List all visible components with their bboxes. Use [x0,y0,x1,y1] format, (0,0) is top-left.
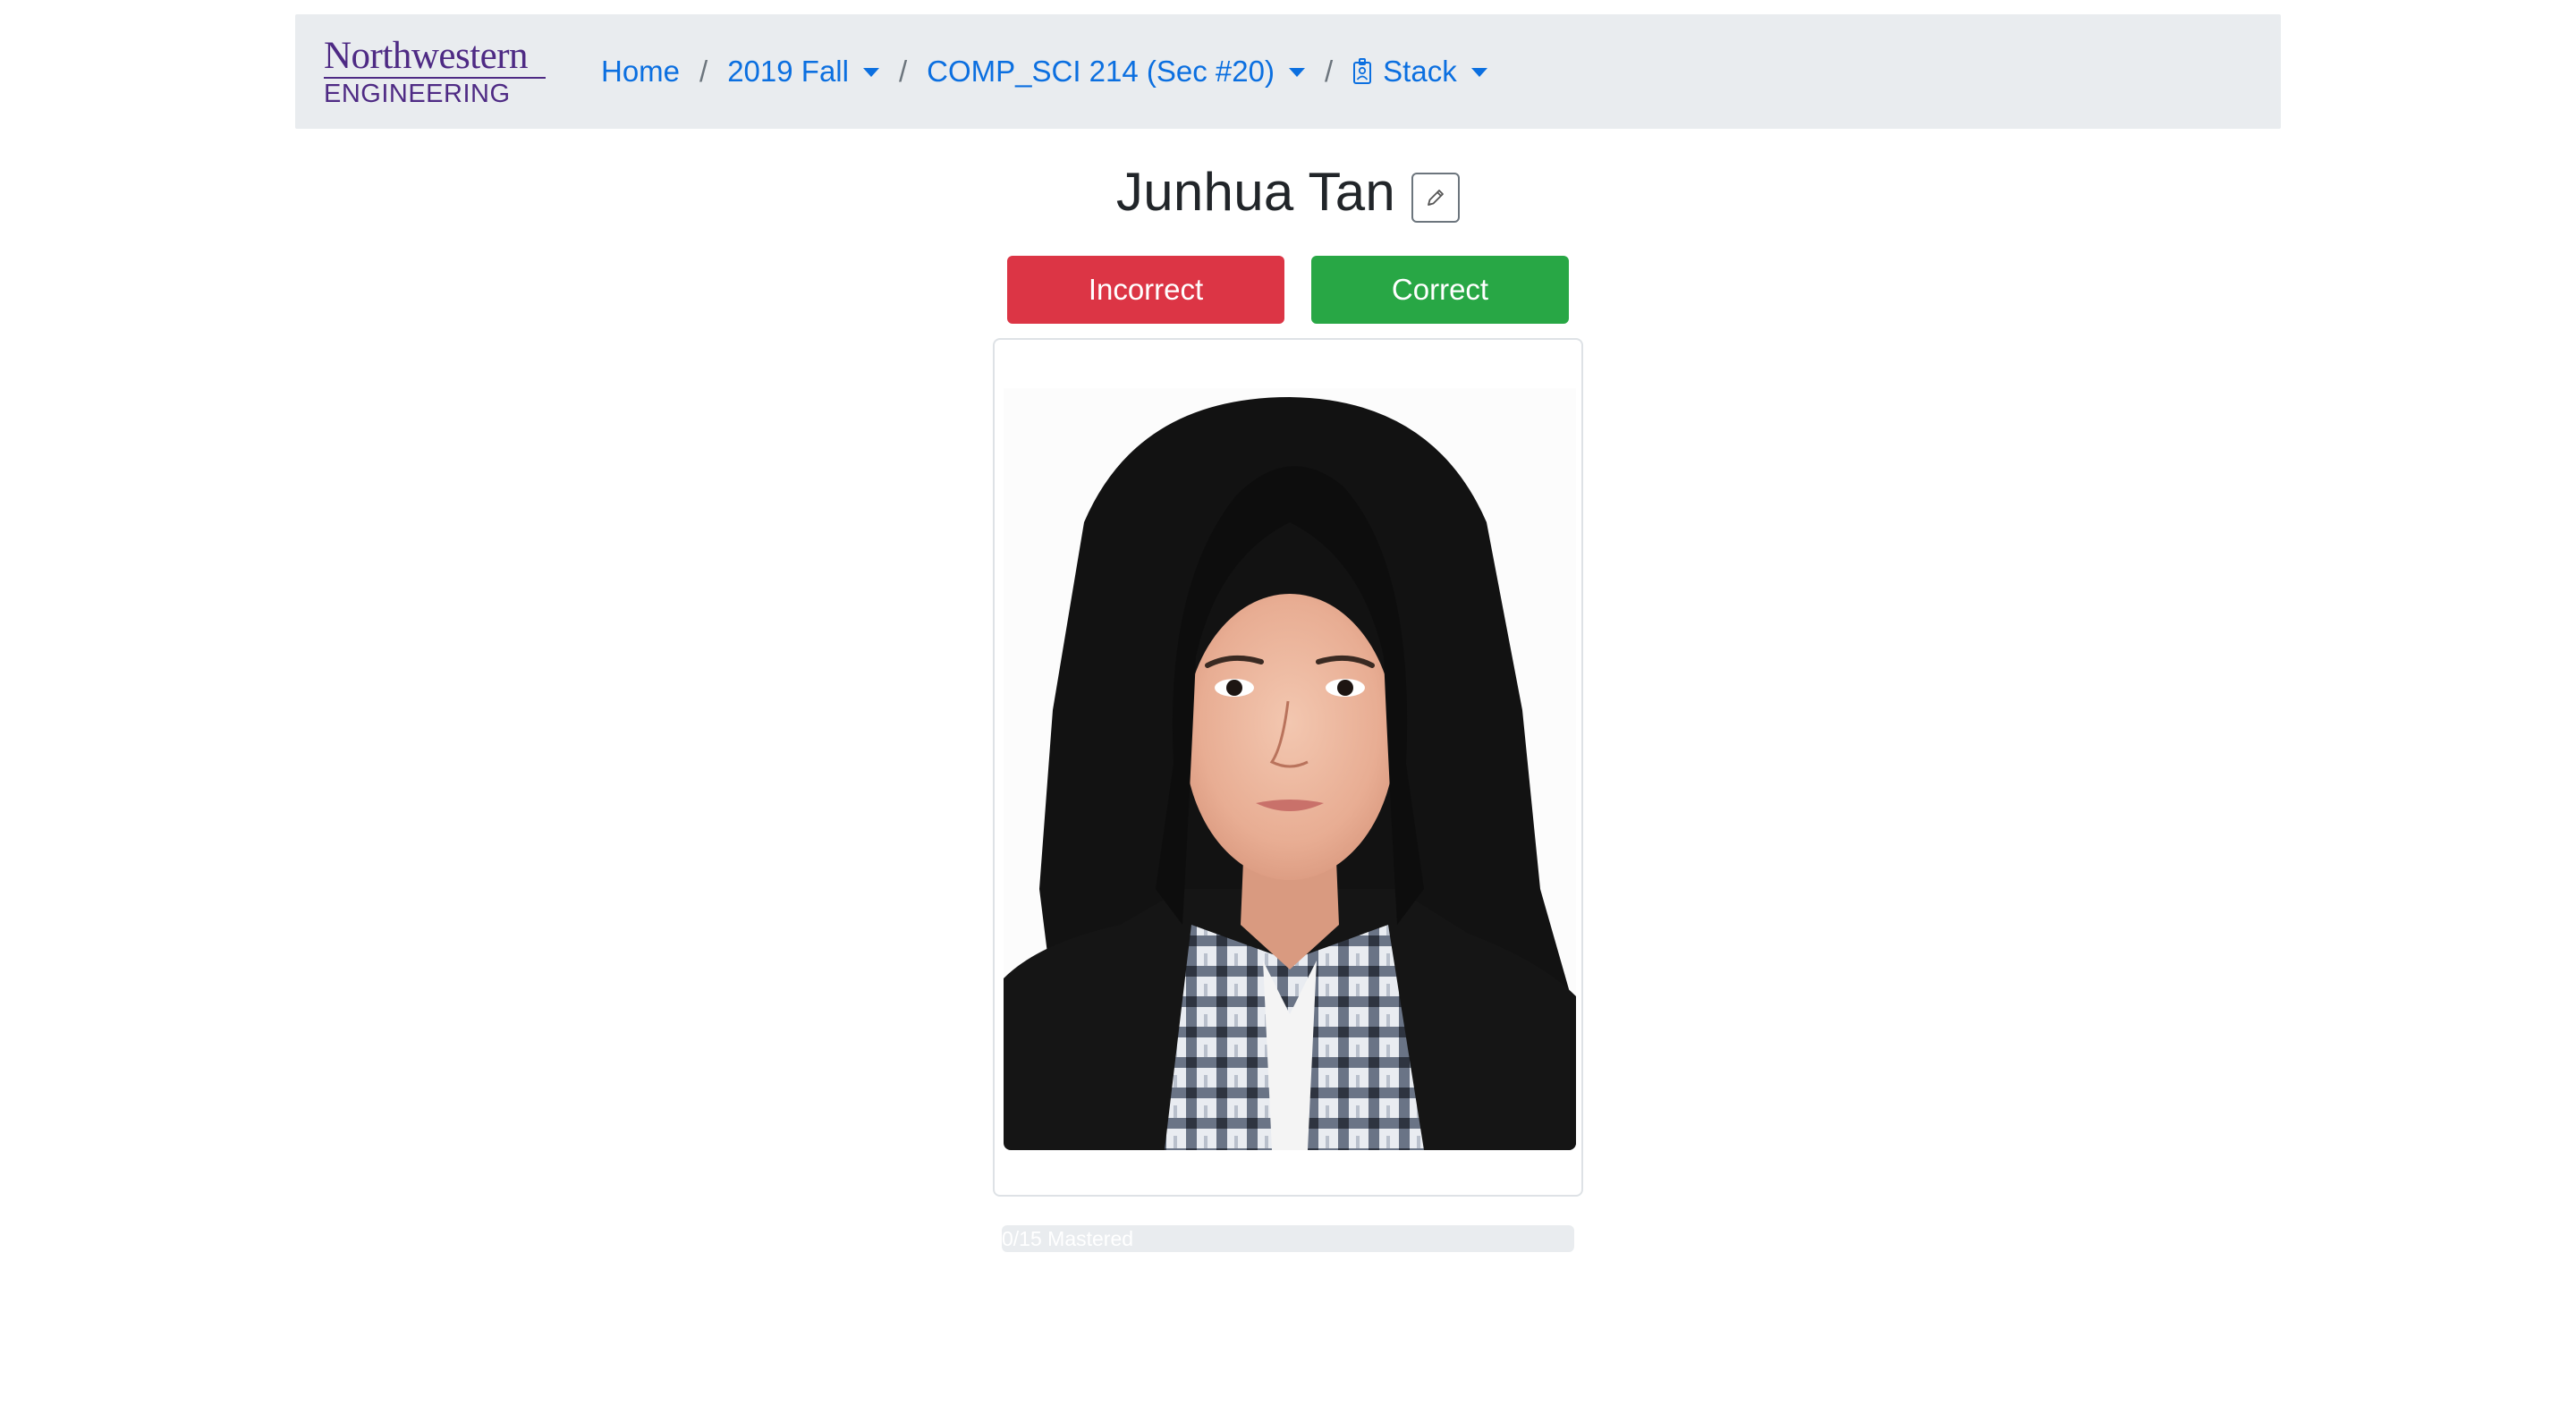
navbar: Northwestern ENGINEERING Home / 2019 Fal… [295,14,2281,129]
breadcrumb: Home / 2019 Fall / COMP_SCI 214 (Sec #20… [601,55,1487,89]
brand-line1: Northwestern [324,37,546,79]
page: Northwestern ENGINEERING Home / 2019 Fal… [0,0,2576,1422]
student-name: Junhua Tan [1115,162,1396,222]
edit-name-button[interactable] [1411,172,1461,223]
flashcard [993,338,1583,1197]
correct-button[interactable]: Correct [1311,256,1569,324]
breadcrumb-home-link[interactable]: Home [601,55,680,89]
incorrect-button[interactable]: Incorrect [1007,256,1284,324]
northwestern-engineering-logo[interactable]: Northwestern ENGINEERING [324,37,546,107]
mode-dropdown-label: Stack [1383,55,1457,88]
student-portrait-image [1004,388,1576,1150]
term-dropdown[interactable]: 2019 Fall [727,55,879,89]
breadcrumb-separator: / [1324,55,1334,88]
mastery-progress-bar: 0/15 Mastered [1002,1225,1574,1252]
chevron-down-icon [1288,68,1305,77]
course-dropdown[interactable]: COMP_SCI 214 (Sec #20) [927,55,1305,89]
pencil-icon [1428,189,1444,206]
student-photo [1004,388,1576,1150]
term-dropdown-label: 2019 Fall [727,55,849,88]
mastery-progress-label: 0/15 Mastered [1002,1227,1134,1250]
breadcrumb-separator: / [898,55,908,88]
chevron-down-icon [862,68,879,77]
brand-line2: ENGINEERING [324,79,511,108]
mode-dropdown[interactable]: Stack [1352,55,1487,89]
breadcrumb-separator: / [699,55,708,88]
course-dropdown-label: COMP_SCI 214 (Sec #20) [927,55,1275,88]
chevron-down-icon [1470,68,1487,77]
student-heading: Junhua Tan [0,161,2576,223]
id-badge-icon [1352,58,1372,85]
